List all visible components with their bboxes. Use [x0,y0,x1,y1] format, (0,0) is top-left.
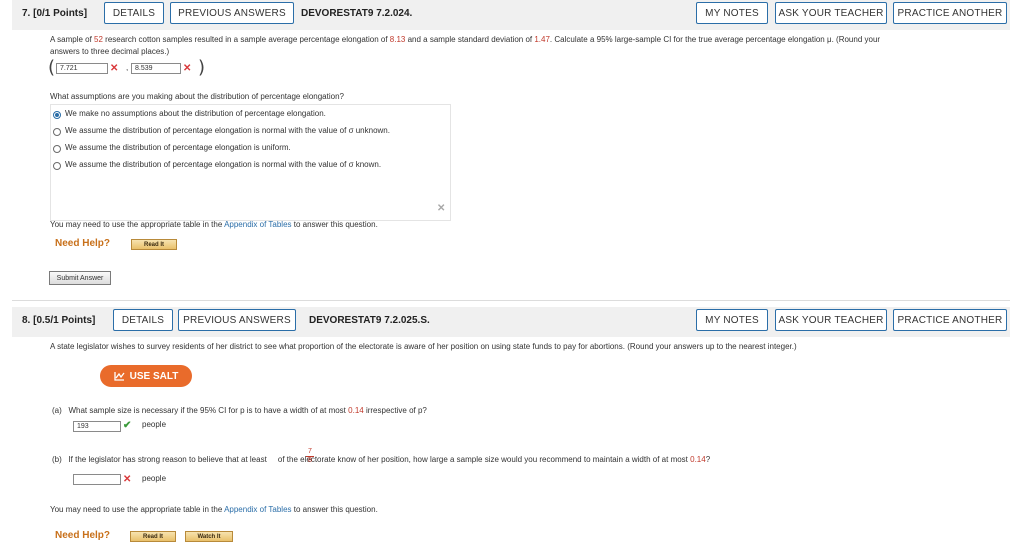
appendix-tables-link[interactable]: Appendix of Tables [224,505,291,514]
part-text: If the legislator has strong reason to b… [68,455,270,464]
question-8-header: 8. [0.5/1 Points] DETAILS PREVIOUS ANSWE… [12,307,1010,337]
ask-teacher-button[interactable]: ASK YOUR TEACHER [775,309,887,331]
value-width: 0.14 [690,455,706,464]
submit-answer-button[interactable]: Submit Answer [49,271,111,285]
tables-note-text: You may need to use the appropriate tabl… [50,220,225,229]
problem-text: A state legislator wishes to survey resi… [50,342,797,351]
option-radio-4[interactable] [53,162,61,170]
part-text: irrespective of p? [363,406,427,415]
problem-text-part: . Calculate a 95% large-sample CI for th… [549,35,881,44]
part-b-input[interactable] [73,474,121,485]
tables-note: You may need to use the appropriate tabl… [50,219,378,231]
comma-separator: , [126,63,129,72]
details-button[interactable]: DETAILS [104,2,164,24]
problem-text-part: answers to three decimal places.) [50,47,170,56]
question-number: 7. [22,8,31,19]
question-8-number: 8. [0.5/1 Points] [22,315,95,326]
part-a-unit: people [142,420,167,429]
value-n: 52 [94,35,103,44]
problem-text-part: research cotton samples resulted in a sa… [102,35,390,44]
option-label-3[interactable]: We assume the distribution of percentage… [65,142,291,154]
need-help-label: Need Help? [55,238,111,249]
option-radio-1[interactable] [53,111,61,119]
option-label-1[interactable]: We make no assumptions about the distrib… [65,108,326,120]
read-it-button[interactable]: Read It [131,239,177,250]
read-it-button[interactable]: Read It [130,531,176,542]
question-8: 8. [0.5/1 Points] DETAILS PREVIOUS ANSWE… [12,307,1010,560]
practice-another-button[interactable]: PRACTICE ANOTHER [893,309,1007,331]
open-paren: ( [48,57,56,78]
fraction-seven-eighths: 7 8 [306,448,314,465]
appendix-tables-link[interactable]: Appendix of Tables [224,220,291,229]
part-label: (b) [52,455,62,464]
previous-answers-button[interactable]: PREVIOUS ANSWERS [170,2,294,24]
ask-teacher-button[interactable]: ASK YOUR TEACHER [775,2,887,24]
incorrect-icon: ✕ [110,63,119,74]
correct-icon: ✔ [123,420,132,431]
question-points: [0.5/1 Points] [33,315,96,326]
question-7-number: 7. [0/1 Points] [22,8,87,19]
part-text: What sample size is necessary if the 95%… [68,406,349,415]
question-7-body: A sample of 52 research cotton samples r… [48,30,1010,300]
watch-it-button[interactable]: Watch It [185,531,233,542]
fraction-denominator: 8 [308,457,312,464]
part-b-unit: people [142,474,167,483]
my-notes-button[interactable]: MY NOTES [696,2,768,24]
question-code: DEVORESTAT9 7.2.024. [301,8,413,19]
part-text: ? [705,455,711,464]
use-salt-label: USE SALT [129,370,179,382]
value-width: 0.14 [348,406,364,415]
option-label-2[interactable]: We assume the distribution of percentage… [65,125,390,137]
incorrect-icon: ✕ [183,63,192,74]
problem-text: A sample of 52 research cotton samples r… [50,34,1008,58]
part-label: (a) [52,406,62,415]
part-a-question: (a) What sample size is necessary if the… [52,405,427,417]
question-code: DEVORESTAT9 7.2.025.S. [309,315,430,326]
question-8-body: A state legislator wishes to survey resi… [48,337,1010,560]
section-divider [12,300,1010,301]
problem-text-part: and a sample standard deviation of [405,35,535,44]
fraction-numerator: 7 [306,448,314,457]
question-number: 8. [22,315,31,326]
my-notes-button[interactable]: MY NOTES [696,309,768,331]
previous-answers-button[interactable]: PREVIOUS ANSWERS [178,309,296,331]
tables-note: You may need to use the appropriate tabl… [50,504,378,516]
value-mean: 8.13 [389,35,406,44]
use-salt-button[interactable]: USE SALT [100,365,192,387]
incorrect-icon: ✕ [123,474,132,485]
option-radio-3[interactable] [53,145,61,153]
ci-lower-input[interactable]: 7.721 [56,63,108,74]
assumption-options: We make no assumptions about the distrib… [50,104,451,221]
salt-chart-icon [113,372,125,381]
part-b-question: (b) If the legislator has strong reason … [52,454,1002,466]
part-text: of the electorate know of her position, … [275,455,691,464]
details-button[interactable]: DETAILS [113,309,173,331]
tables-note-text: You may need to use the appropriate tabl… [50,505,225,514]
incorrect-icon: ✕ [437,203,446,214]
option-label-4[interactable]: We assume the distribution of percentage… [65,159,381,171]
value-sd: 1.47 [534,35,550,44]
close-paren: ) [198,57,206,78]
part-a-input[interactable]: 193 [73,421,121,432]
need-help-label: Need Help? [55,530,111,541]
ci-upper-input[interactable]: 8.539 [131,63,181,74]
question-points: [0/1 Points] [33,8,88,19]
question-7: 7. [0/1 Points] DETAILS PREVIOUS ANSWERS… [12,0,1010,300]
question-7-header: 7. [0/1 Points] DETAILS PREVIOUS ANSWERS… [12,0,1010,30]
practice-another-button[interactable]: PRACTICE ANOTHER [893,2,1007,24]
assumption-question: What assumptions are you making about th… [50,92,344,101]
tables-note-text: to answer this question. [291,505,378,514]
option-radio-2[interactable] [53,128,61,136]
problem-text-part: A sample of [50,35,95,44]
tables-note-text: to answer this question. [291,220,378,229]
